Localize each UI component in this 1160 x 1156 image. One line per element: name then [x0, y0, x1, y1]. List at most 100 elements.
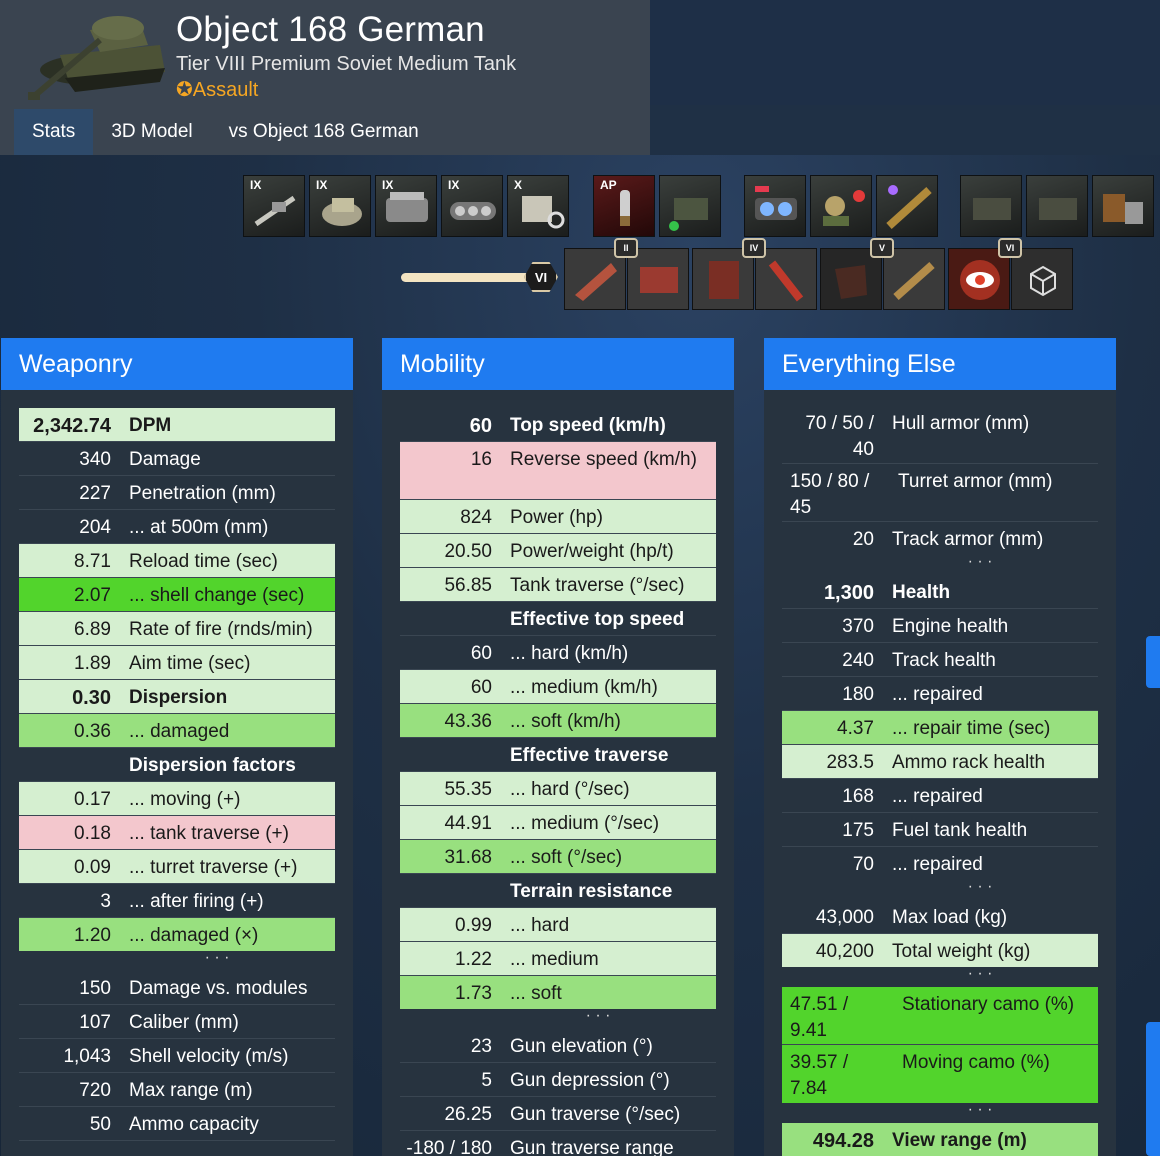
- stat-label: Track health: [892, 650, 996, 671]
- module-slot-engine[interactable]: IX: [375, 175, 437, 237]
- stat-row-terrain-soft: 1.73 ... soft: [400, 976, 716, 1009]
- field-mod-6[interactable]: [883, 248, 945, 310]
- section-dispersion-factors: Dispersion factors: [19, 748, 335, 782]
- side-scroll-tab-1[interactable]: [1146, 636, 1160, 688]
- device-slot-crew[interactable]: [810, 175, 872, 237]
- stat-row-tank-traverse: 56.85 Tank traverse (°/sec): [400, 568, 716, 602]
- stat-value: 2,342.74: [33, 415, 111, 437]
- gun-icon: [254, 195, 296, 227]
- stat-row-traverse-hard: 55.35 ... hard (°/sec): [400, 772, 716, 806]
- stat-row-damaged-mult: 1.20 ... damaged (×): [19, 918, 335, 951]
- stat-value: 39.57 / 7.84: [790, 1052, 849, 1099]
- stat-row-turret-armor: 150 / 80 / 45 Turret armor (mm): [782, 464, 1098, 522]
- stat-row-power-weight: 20.50 Power/weight (hp/t): [400, 534, 716, 568]
- module-slot-tracks[interactable]: IX: [441, 175, 503, 237]
- ammo-slot-ap[interactable]: AP: [593, 175, 655, 237]
- module-slot-radio[interactable]: X: [507, 175, 569, 237]
- stat-label: Dispersion factors: [129, 755, 296, 776]
- stat-row-penetration: 227 Penetration (mm): [19, 476, 335, 510]
- stat-label: Power/weight (hp/t): [510, 541, 674, 562]
- stat-label: ... repaired: [892, 786, 983, 807]
- side-scroll-tab-2[interactable]: [1146, 1022, 1160, 1156]
- consumable-slot-2[interactable]: [1026, 175, 1088, 237]
- section-effective-traverse: Effective traverse: [400, 738, 716, 772]
- stat-value: 6.89: [74, 619, 111, 640]
- stat-row-track-health: 240 Track health: [782, 643, 1098, 677]
- stat-label: Health: [892, 582, 951, 603]
- stat-label: Ammo capacity: [129, 1114, 259, 1135]
- stat-row-track-repaired: 180 ... repaired: [782, 677, 1098, 711]
- device-slot-rammer[interactable]: [876, 175, 938, 237]
- ammo-slot-consumable[interactable]: [659, 175, 721, 237]
- stat-value: 60: [470, 677, 492, 698]
- cube-icon: [1030, 265, 1056, 297]
- stat-label: Moving camo (%): [902, 1052, 1050, 1073]
- module-slot-gun[interactable]: IX: [243, 175, 305, 237]
- stat-row-power: 824 Power (hp): [400, 500, 716, 534]
- stat-row-health: 1,300 Health: [782, 575, 1098, 609]
- stat-label: ... hard: [510, 915, 570, 936]
- everything-else-title: Everything Else: [764, 338, 1116, 390]
- stat-value: 0.99: [455, 915, 492, 936]
- tank-role: ✪Assault: [176, 77, 258, 102]
- stat-value: -180 / 180: [406, 1138, 492, 1156]
- stat-value: 720: [79, 1080, 111, 1101]
- stat-value: 107: [79, 1012, 111, 1033]
- stat-label: ... damaged (×): [129, 925, 259, 946]
- stat-value: 1.22: [455, 949, 492, 970]
- crate-icon: [973, 198, 1011, 220]
- fuel-barrels-icon: [1103, 194, 1143, 224]
- header-right-area: [650, 0, 1160, 105]
- tab-3d-model[interactable]: 3D Model: [93, 109, 210, 155]
- field-mod-8[interactable]: [1011, 248, 1073, 310]
- stat-value: 1,300: [823, 582, 874, 604]
- stat-label: Rate of fire (rnds/min): [129, 619, 313, 640]
- stat-row-max-load: 43,000 Max load (kg): [782, 900, 1098, 934]
- stat-row-turret-traverse-disp: 0.09 ... turret traverse (+): [19, 850, 335, 884]
- device-slot-optics[interactable]: [744, 175, 806, 237]
- stat-value: 168: [842, 786, 874, 807]
- stat-label: Track armor (mm): [892, 529, 1044, 550]
- stat-value: 20.50: [444, 541, 492, 562]
- field-mod-pill-iv: IV: [742, 238, 766, 258]
- stat-value: 204: [79, 517, 111, 538]
- stat-row-moving-camo: 39.57 / 7.84 Moving camo (%): [782, 1045, 1098, 1103]
- stat-label: ... medium: [510, 949, 599, 970]
- stat-label: ... at 500m (mm): [129, 517, 269, 538]
- field-mod-2[interactable]: [627, 248, 689, 310]
- stat-label: Caliber (mm): [129, 1012, 239, 1033]
- stat-label: ... moving (+): [129, 789, 241, 810]
- stat-row-speed-hard: 60 ... hard (km/h): [400, 636, 716, 670]
- stat-label: ... soft (km/h): [510, 711, 621, 732]
- stat-label: ... turret traverse (+): [129, 857, 298, 878]
- stat-value: 47.51 / 9.41: [790, 994, 849, 1041]
- level-slider[interactable]: [401, 273, 531, 282]
- module-slot-turret[interactable]: IX: [309, 175, 371, 237]
- rammer-part-icon: [893, 262, 935, 300]
- tab-stats[interactable]: Stats: [14, 109, 94, 155]
- stat-row-repair-time: 4.37 ... repair time (sec): [782, 711, 1098, 745]
- stat-value: 31.68: [444, 847, 492, 868]
- suspension-icon: [709, 261, 739, 299]
- stat-value: 50: [89, 1114, 111, 1135]
- consumable-slot-3[interactable]: [1092, 175, 1154, 237]
- stat-row-moving: 0.17 ... moving (+): [19, 782, 335, 816]
- stat-value: 340: [79, 449, 111, 470]
- stat-value: 0.30: [72, 687, 111, 709]
- field-mod-4[interactable]: [755, 248, 817, 310]
- stat-row-dispersion-damaged: 0.36 ... damaged: [19, 714, 335, 748]
- stat-value: 494.28: [812, 1130, 874, 1152]
- consumable-slot-1[interactable]: [960, 175, 1022, 237]
- stat-row-rate-of-fire: 6.89 Rate of fire (rnds/min): [19, 612, 335, 646]
- tank-subtitle: Tier VIII Premium Soviet Medium Tank: [176, 53, 517, 75]
- stat-value: 0.09: [74, 857, 111, 878]
- stat-label: ... tank traverse (+): [129, 823, 289, 844]
- stat-value: 16: [470, 449, 492, 470]
- ellipsis: · · ·: [967, 1101, 993, 1118]
- stat-label: Reload time (sec): [129, 551, 278, 572]
- stat-label: Reverse speed (km/h): [510, 449, 697, 470]
- stat-value: 370: [842, 616, 874, 637]
- stat-label: Shell velocity (m/s): [129, 1046, 289, 1067]
- tab-vs-compare[interactable]: vs Object 168 German: [211, 109, 437, 155]
- stat-label: Max range (m): [129, 1080, 253, 1101]
